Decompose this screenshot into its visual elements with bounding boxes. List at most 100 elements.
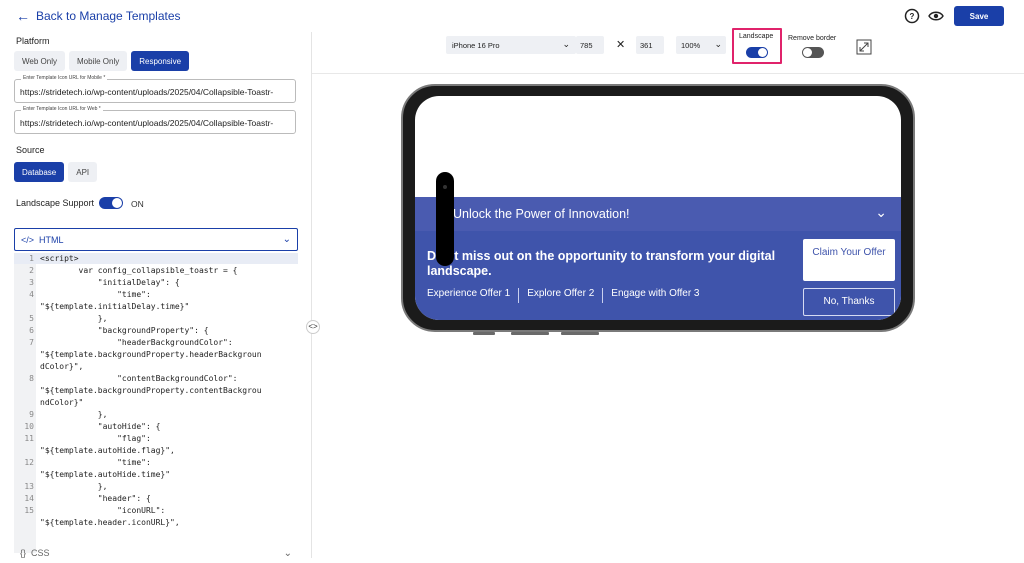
code-text: "iconURL": bbox=[40, 506, 166, 515]
code-text: }, bbox=[40, 482, 108, 491]
code-line: 10 "autoHide": { bbox=[14, 421, 298, 432]
help-icon[interactable]: ? bbox=[904, 8, 920, 24]
chevron-down-icon: ⌄ bbox=[562, 39, 570, 49]
platform-mobile-only[interactable]: Mobile Only bbox=[68, 51, 128, 71]
toast-header[interactable]: Unlock the Power of Innovation! ⌄ bbox=[415, 197, 901, 231]
web-icon-url-value: https://stridetech.io/wp-content/uploads… bbox=[20, 118, 274, 128]
code-text: "${template.header.iconURL}", bbox=[40, 518, 180, 527]
toast-link-1[interactable]: Experience Offer 1 bbox=[427, 288, 510, 303]
platform-web-only[interactable]: Web Only bbox=[14, 51, 65, 71]
code-text: "contentBackgroundColor": bbox=[40, 374, 238, 383]
code-text: "${template.autoHide.time}" bbox=[40, 470, 171, 479]
config-panel: Platform Web Only Mobile Only Responsive… bbox=[0, 32, 312, 559]
code-line: 8 "contentBackgroundColor": bbox=[14, 373, 298, 384]
phone-button bbox=[511, 332, 549, 335]
line-number: 4 bbox=[29, 290, 34, 299]
line-number: 11 bbox=[24, 434, 34, 443]
landscape-support-toggle[interactable] bbox=[99, 197, 123, 209]
source-segmented: Database API bbox=[14, 162, 98, 182]
line-number: 5 bbox=[29, 314, 34, 323]
source-database[interactable]: Database bbox=[14, 162, 65, 182]
code-text: "${template.initialDelay.time}" bbox=[40, 302, 190, 311]
device-value: iPhone 16 Pro bbox=[452, 41, 500, 50]
chevron-down-icon[interactable]: ⌄ bbox=[875, 204, 887, 221]
device-select[interactable]: iPhone 16 Pro ⌄ bbox=[446, 36, 576, 54]
panel-splitter-handle[interactable]: <> bbox=[306, 320, 320, 334]
code-line: 5 }, bbox=[14, 313, 298, 324]
toast-message: Don't miss out on the opportunity to tra… bbox=[427, 249, 776, 278]
code-line: "${template.backgroundProperty.contentBa… bbox=[14, 385, 298, 396]
code-text: "initialDelay": { bbox=[40, 278, 180, 287]
toast-link-2[interactable]: Explore Offer 2 bbox=[527, 288, 594, 303]
code-icon: </> bbox=[21, 235, 35, 245]
preview-toolbar: iPhone 16 Pro ⌄ 785 ✕ 361 100% ⌄ Landsca… bbox=[312, 28, 1024, 74]
source-label: Source bbox=[16, 145, 45, 155]
toast-title: Unlock the Power of Innovation! bbox=[453, 207, 630, 221]
code-line: "${template.backgroundProperty.headerBac… bbox=[14, 349, 298, 360]
toast-links: Experience Offer 1 Explore Offer 2 Engag… bbox=[427, 288, 699, 303]
code-line: ndColor}" bbox=[14, 397, 298, 408]
source-api[interactable]: API bbox=[68, 162, 98, 182]
height-input[interactable]: 361 bbox=[636, 36, 664, 54]
code-text: }, bbox=[40, 410, 108, 419]
code-text: "flag": bbox=[40, 434, 151, 443]
phone-frame: Unlock the Power of Innovation! ⌄ Don't … bbox=[401, 84, 915, 332]
line-number: 13 bbox=[24, 482, 34, 491]
code-text: "time": bbox=[40, 458, 151, 467]
phone-button bbox=[561, 332, 599, 335]
expand-icon[interactable] bbox=[856, 39, 872, 55]
zoom-select[interactable]: 100% ⌄ bbox=[676, 36, 726, 54]
divider bbox=[518, 288, 520, 303]
code-line: "${template.autoHide.flag}", bbox=[14, 445, 298, 456]
web-icon-url-field[interactable]: Enter Template Icon URL for Web * https:… bbox=[14, 106, 296, 134]
line-number: 9 bbox=[29, 410, 34, 419]
line-number: 8 bbox=[29, 374, 34, 383]
toast-link-3[interactable]: Engage with Offer 3 bbox=[611, 288, 699, 303]
toggle-knob bbox=[112, 198, 122, 208]
code-text: "headerBackgroundColor": bbox=[40, 338, 233, 347]
top-icons: ? bbox=[904, 8, 944, 24]
code-line: 2 var config_collapsible_toastr = { bbox=[14, 265, 298, 276]
code-line: 14 "header": { bbox=[14, 493, 298, 504]
line-number: 14 bbox=[24, 494, 34, 503]
platform-responsive[interactable]: Responsive bbox=[131, 51, 190, 71]
css-editor-select[interactable]: {} CSS ⌄ bbox=[14, 543, 298, 563]
line-number: 1 bbox=[29, 254, 34, 263]
code-text: "${template.backgroundProperty.headerBac… bbox=[40, 350, 262, 359]
code-text: ndColor}" bbox=[40, 398, 84, 407]
dynamic-island bbox=[436, 172, 454, 266]
code-line: "${template.initialDelay.time}" bbox=[14, 301, 298, 312]
code-line: "${template.autoHide.time}" bbox=[14, 469, 298, 480]
mobile-icon-url-value: https://stridetech.io/wp-content/uploads… bbox=[20, 87, 274, 97]
braces-icon: {} bbox=[20, 548, 27, 558]
claim-offer-button[interactable]: Claim Your Offer bbox=[803, 239, 895, 281]
landscape-toggle[interactable] bbox=[746, 47, 768, 58]
phone-screen: Unlock the Power of Innovation! ⌄ Don't … bbox=[415, 96, 901, 320]
code-text: var config_collapsible_toastr = { bbox=[40, 266, 238, 275]
back-label: Back to Manage Templates bbox=[36, 9, 181, 23]
code-line: "${template.header.iconURL}", bbox=[14, 517, 298, 528]
css-select-label: CSS bbox=[31, 548, 50, 558]
html-editor-select[interactable]: </> HTML ⌄ bbox=[14, 228, 298, 251]
mobile-icon-url-legend: Enter Template Icon URL for Mobile * bbox=[21, 75, 108, 81]
landscape-label: Landscape bbox=[739, 33, 774, 40]
code-line: 9 }, bbox=[14, 409, 298, 420]
chevron-down-icon: ⌄ bbox=[714, 39, 722, 49]
code-line: 13 }, bbox=[14, 481, 298, 492]
back-link[interactable]: ← Back to Manage Templates bbox=[16, 8, 181, 24]
landscape-support-state: ON bbox=[131, 199, 144, 209]
mobile-icon-url-field[interactable]: Enter Template Icon URL for Mobile * htt… bbox=[14, 75, 296, 103]
code-line: 7 "headerBackgroundColor": bbox=[14, 337, 298, 348]
chevron-down-icon: ⌄ bbox=[282, 234, 291, 245]
divider bbox=[602, 288, 604, 303]
no-thanks-button[interactable]: No, Thanks bbox=[803, 288, 895, 316]
code-line: 3 "initialDelay": { bbox=[14, 277, 298, 288]
code-editor[interactable]: 1 <script> 2 var config_collapsible_toastr… bbox=[14, 253, 298, 553]
width-input[interactable]: 785 bbox=[576, 36, 604, 54]
line-number: 7 bbox=[29, 338, 34, 347]
save-button[interactable]: Save bbox=[954, 6, 1004, 26]
eye-icon[interactable] bbox=[928, 8, 944, 24]
remove-border-toggle[interactable] bbox=[802, 47, 824, 58]
platform-segmented: Web Only Mobile Only Responsive bbox=[14, 51, 190, 71]
code-text: "${template.backgroundProperty.contentBa… bbox=[40, 386, 262, 395]
